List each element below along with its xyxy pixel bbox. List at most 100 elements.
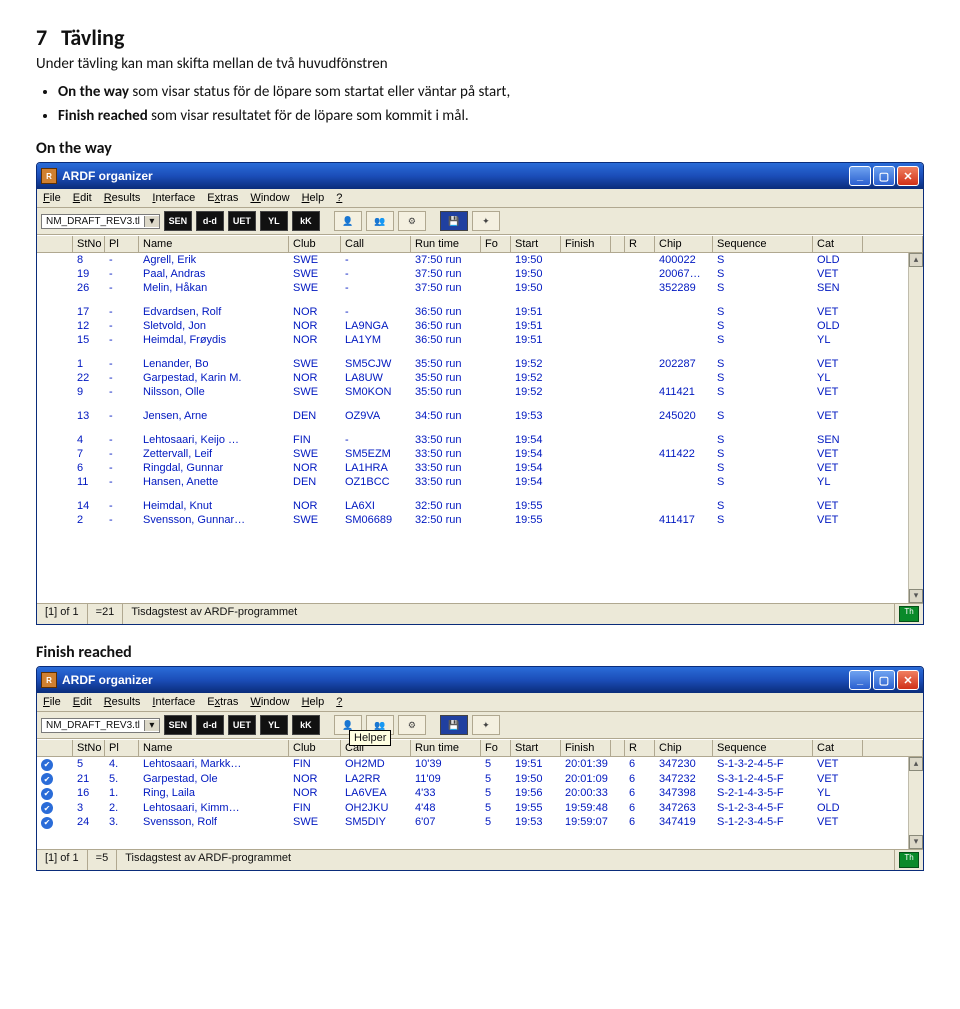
check-icon: ✔ bbox=[41, 802, 53, 814]
menu-question[interactable]: ? bbox=[336, 696, 342, 708]
toolbar-icon[interactable]: 👤 bbox=[334, 211, 362, 231]
toolbar-btn-sen[interactable]: SEN bbox=[164, 715, 192, 735]
toolbar-btn-kk[interactable]: kK bbox=[292, 211, 320, 231]
bullet-list: On the way som visar status för de löpar… bbox=[58, 83, 924, 125]
intro-paragraph: Under tävling kan man skifta mellan de t… bbox=[36, 55, 924, 73]
toolbar-btn-uet[interactable]: UET bbox=[228, 211, 256, 231]
menu-interface[interactable]: Interface bbox=[152, 192, 195, 204]
toolbar-btn-yl[interactable]: YL bbox=[260, 715, 288, 735]
check-icon: ✔ bbox=[41, 759, 53, 771]
data-grid[interactable]: ✔54.Lehtosaari, Markk…FINOH2MD10'39519:5… bbox=[37, 757, 923, 849]
subheading-on-the-way: On the way bbox=[36, 139, 924, 158]
minimize-button[interactable]: _ bbox=[849, 166, 871, 186]
minimize-button[interactable]: _ bbox=[849, 670, 871, 690]
table-row[interactable]: 1-Lenander, BoSWESM5CJW35:50 run19:52202… bbox=[37, 357, 923, 371]
check-icon: ✔ bbox=[41, 817, 53, 829]
scroll-down-icon[interactable]: ▾ bbox=[909, 589, 923, 603]
toolbar-btn-yl[interactable]: YL bbox=[260, 211, 288, 231]
menu-window[interactable]: Window bbox=[250, 696, 289, 708]
chevron-down-icon[interactable]: ▾ bbox=[144, 216, 159, 227]
menu-edit[interactable]: Edit bbox=[73, 696, 92, 708]
menu-file[interactable]: File bbox=[43, 696, 61, 708]
vertical-scrollbar[interactable]: ▴ ▾ bbox=[908, 253, 923, 603]
table-row[interactable]: ✔32.Lehtosaari, Kimm…FINOH2JKU4'48519:55… bbox=[37, 801, 923, 816]
table-row[interactable]: 12-Sletvold, JonNORLA9NGA36:50 run19:51S… bbox=[37, 319, 923, 333]
toolbar-btn-kk[interactable]: kK bbox=[292, 715, 320, 735]
tooltip-helper: Helper bbox=[349, 730, 391, 746]
menubar[interactable]: File Edit Results Interface Extras Windo… bbox=[37, 189, 923, 208]
titlebar[interactable]: R ARDF organizer _ ▢ ✕ bbox=[37, 163, 923, 189]
table-row[interactable]: ✔243.Svensson, RolfSWESM5DIY6'07519:5319… bbox=[37, 815, 923, 830]
scroll-up-icon[interactable]: ▴ bbox=[909, 253, 923, 267]
toolbar-btn-dd[interactable]: d-d bbox=[196, 211, 224, 231]
maximize-button[interactable]: ▢ bbox=[873, 166, 895, 186]
check-icon: ✔ bbox=[41, 773, 53, 785]
titlebar[interactable]: R ARDF organizer _ ▢ ✕ bbox=[37, 667, 923, 693]
table-row[interactable]: 22-Garpestad, Karin M.NORLA8UW35:50 run1… bbox=[37, 371, 923, 385]
table-row[interactable]: 13-Jensen, ArneDENOZ9VA34:50 run19:53245… bbox=[37, 409, 923, 423]
table-row[interactable]: 2-Svensson, Gunnar…SWESM0668932:50 run19… bbox=[37, 513, 923, 527]
toolbar-icon[interactable]: 👥 bbox=[366, 211, 394, 231]
window-finish-reached: R ARDF organizer _ ▢ ✕ File Edit Results… bbox=[36, 666, 924, 871]
save-icon[interactable]: 💾 bbox=[440, 211, 468, 231]
vertical-scrollbar[interactable]: ▴ ▾ bbox=[908, 757, 923, 849]
table-row[interactable]: ✔215.Garpestad, OleNORLA2RR11'09519:5020… bbox=[37, 772, 923, 787]
chevron-down-icon[interactable]: ▾ bbox=[144, 720, 159, 731]
column-headers[interactable]: StNo Pl Name Club Call Run time Fo Start… bbox=[37, 739, 923, 757]
column-headers[interactable]: StNo Pl Name Club Call Run time Fo Start… bbox=[37, 235, 923, 253]
table-row[interactable]: 8-Agrell, ErikSWE-37:50 run19:50400022SO… bbox=[37, 253, 923, 267]
status-tag-icon: Th bbox=[899, 606, 919, 622]
menu-results[interactable]: Results bbox=[104, 696, 141, 708]
save-icon[interactable]: 💾 bbox=[440, 715, 468, 735]
toolbar-icon[interactable]: ⚙ bbox=[398, 211, 426, 231]
menu-help[interactable]: Help bbox=[302, 192, 325, 204]
table-row[interactable]: 15-Heimdal, FrøydisNORLA1YM36:50 run19:5… bbox=[37, 333, 923, 347]
toolbar-icon[interactable]: ✦ bbox=[472, 715, 500, 735]
file-combo[interactable]: NM_DRAFT_REV3.tl▾ bbox=[41, 214, 160, 229]
menu-extras[interactable]: Extras bbox=[207, 192, 238, 204]
section-heading: 7Tävling bbox=[36, 24, 924, 51]
table-row[interactable]: 9-Nilsson, OlleSWESM0KON35:50 run19:5241… bbox=[37, 385, 923, 399]
menu-results[interactable]: Results bbox=[104, 192, 141, 204]
close-button[interactable]: ✕ bbox=[897, 670, 919, 690]
scroll-up-icon[interactable]: ▴ bbox=[909, 757, 923, 771]
table-row[interactable]: 14-Heimdal, KnutNORLA6XI32:50 run19:55SV… bbox=[37, 499, 923, 513]
window-on-the-way: R ARDF organizer _ ▢ ✕ File Edit Results… bbox=[36, 162, 924, 625]
file-combo[interactable]: NM_DRAFT_REV3.tl▾ bbox=[41, 718, 160, 733]
toolbar: NM_DRAFT_REV3.tl▾ SEN d-d UET YL kK 👤 👥 … bbox=[37, 208, 923, 235]
toolbar-btn-dd[interactable]: d-d bbox=[196, 715, 224, 735]
table-row[interactable]: 26-Melin, HåkanSWE-37:50 run19:50352289S… bbox=[37, 281, 923, 295]
table-row[interactable]: ✔54.Lehtosaari, Markk…FINOH2MD10'39519:5… bbox=[37, 757, 923, 772]
maximize-button[interactable]: ▢ bbox=[873, 670, 895, 690]
menu-extras[interactable]: Extras bbox=[207, 696, 238, 708]
table-row[interactable]: 6-Ringdal, GunnarNORLA1HRA33:50 run19:54… bbox=[37, 461, 923, 475]
table-row[interactable]: 19-Paal, AndrasSWE-37:50 run19:5020067…S… bbox=[37, 267, 923, 281]
toolbar-btn-uet[interactable]: UET bbox=[228, 715, 256, 735]
table-row[interactable]: 7-Zettervall, LeifSWESM5EZM33:50 run19:5… bbox=[37, 447, 923, 461]
status-tag-icon: Th bbox=[899, 852, 919, 868]
subheading-finish: Finish reached bbox=[36, 643, 924, 662]
close-button[interactable]: ✕ bbox=[897, 166, 919, 186]
menu-window[interactable]: Window bbox=[250, 192, 289, 204]
table-row[interactable]: 17-Edvardsen, RolfNOR-36:50 run19:51SVET bbox=[37, 305, 923, 319]
menu-help[interactable]: Help bbox=[302, 696, 325, 708]
list-item: Finish reached som visar resultatet för … bbox=[58, 107, 924, 125]
table-row[interactable]: ✔161.Ring, LailaNORLA6VEA4'33519:5620:00… bbox=[37, 786, 923, 801]
scroll-down-icon[interactable]: ▾ bbox=[909, 835, 923, 849]
toolbar-icon[interactable]: ⚙ bbox=[398, 715, 426, 735]
menu-interface[interactable]: Interface bbox=[152, 696, 195, 708]
data-grid[interactable]: 8-Agrell, ErikSWE-37:50 run19:50400022SO… bbox=[37, 253, 923, 603]
app-icon: R bbox=[41, 672, 57, 688]
menu-file[interactable]: File bbox=[43, 192, 61, 204]
toolbar-icon[interactable]: ✦ bbox=[472, 211, 500, 231]
menu-edit[interactable]: Edit bbox=[73, 192, 92, 204]
window-title: ARDF organizer bbox=[62, 673, 153, 687]
statusbar: [1] of 1 =21 Tisdagstest av ARDF-program… bbox=[37, 603, 923, 624]
toolbar-btn-sen[interactable]: SEN bbox=[164, 211, 192, 231]
menubar[interactable]: File Edit Results Interface Extras Windo… bbox=[37, 693, 923, 712]
menu-question[interactable]: ? bbox=[336, 192, 342, 204]
app-icon: R bbox=[41, 168, 57, 184]
table-row[interactable]: 4-Lehtosaari, Keijo …FIN-33:50 run19:54S… bbox=[37, 433, 923, 447]
toolbar: NM_DRAFT_REV3.tl▾ SEN d-d UET YL kK 👤 👥 … bbox=[37, 712, 923, 739]
table-row[interactable]: 11-Hansen, AnetteDENOZ1BCC33:50 run19:54… bbox=[37, 475, 923, 489]
